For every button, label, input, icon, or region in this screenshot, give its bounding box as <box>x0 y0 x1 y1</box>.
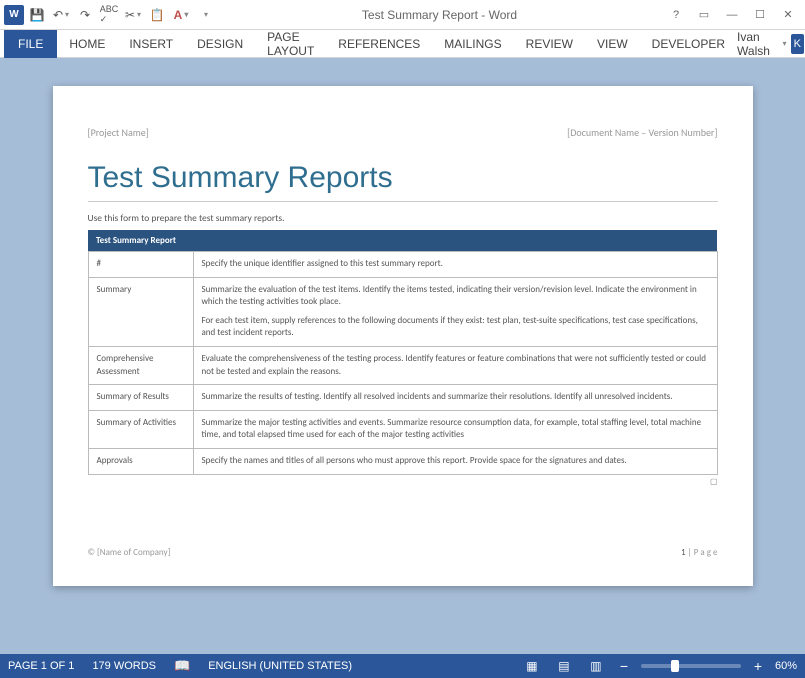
close-icon[interactable]: ✕ <box>775 4 801 26</box>
document-title: Test Summary Reports <box>88 161 718 195</box>
web-layout-icon[interactable]: ▥ <box>585 657 607 675</box>
user-badge[interactable]: K <box>791 34 804 54</box>
status-right: ▦ ▤ ▥ − + 60% <box>521 657 797 675</box>
window-title: Test Summary Report - Word <box>216 8 663 22</box>
row-content: Summarize the results of testing. Identi… <box>193 385 717 411</box>
tab-references[interactable]: REFERENCES <box>326 31 432 57</box>
tab-mailings[interactable]: MAILINGS <box>432 31 513 57</box>
title-bar: W 💾 ↶▾ ↷ ABC✓ ✂▾ 📋 A▾ ▾ Test Summary Rep… <box>0 0 805 30</box>
user-name: Ivan Walsh <box>737 30 777 58</box>
spelling-icon[interactable]: ABC✓ <box>98 4 120 26</box>
table-row: Summary of Results Summarize the results … <box>88 385 717 411</box>
status-language[interactable]: ENGLISH (UNITED STATES) <box>208 660 352 672</box>
quick-access-toolbar: 💾 ↶▾ ↷ ABC✓ ✂▾ 📋 A▾ ▾ <box>26 4 216 26</box>
row-paragraph: Specify the unique identifier assigned t… <box>202 258 709 271</box>
minimize-icon[interactable]: — <box>719 4 745 26</box>
row-paragraph: Specify the names and titles of all pers… <box>202 455 709 468</box>
help-icon[interactable]: ? <box>663 4 689 26</box>
file-tab[interactable]: FILE <box>4 30 57 58</box>
user-area[interactable]: Ivan Walsh ▾ K <box>737 30 804 58</box>
row-label: # <box>88 252 193 278</box>
status-words[interactable]: 179 WORDS <box>92 660 156 672</box>
chevron-down-icon: ▾ <box>783 39 787 48</box>
read-mode-icon[interactable]: ▦ <box>521 657 543 675</box>
tab-insert[interactable]: INSERT <box>117 31 185 57</box>
row-paragraph: Summarize the evaluation of the test ite… <box>202 284 709 309</box>
tab-view[interactable]: VIEW <box>585 31 640 57</box>
zoom-level[interactable]: 60% <box>775 660 797 672</box>
proofing-icon[interactable]: 📖 <box>174 658 190 674</box>
table-end-marker: ▢ <box>88 477 718 487</box>
paste-icon[interactable]: 📋 <box>146 4 168 26</box>
qat-customize-icon[interactable]: ▾ <box>194 4 216 26</box>
table-row: Summary of Activities Summarize the major… <box>88 410 717 448</box>
row-label: Summary of Activities <box>88 410 193 448</box>
header-document-name: [Document Name – Version Number] <box>567 126 717 139</box>
row-content: Summarize the major testing activities a… <box>193 410 717 448</box>
word-app-icon: W <box>4 5 24 25</box>
title-rule <box>88 201 718 202</box>
tab-developer[interactable]: DEVELOPER <box>640 31 737 57</box>
cut-icon[interactable]: ✂▾ <box>122 4 144 26</box>
ribbon-tabs: FILE HOME INSERT DESIGN PAGE LAYOUT REFE… <box>0 30 805 58</box>
table-header: Test Summary Report <box>88 230 717 252</box>
tab-review[interactable]: REVIEW <box>514 31 585 57</box>
status-page[interactable]: PAGE 1 OF 1 <box>8 660 74 672</box>
tab-home[interactable]: HOME <box>57 31 117 57</box>
redo-icon[interactable]: ↷ <box>74 4 96 26</box>
font-icon[interactable]: A▾ <box>170 4 192 26</box>
row-content: Summarize the evaluation of the test ite… <box>193 277 717 346</box>
table-row: Comprehensive Assessment Evaluate the com… <box>88 346 717 384</box>
document-intro: Use this form to prepare the test summar… <box>88 212 718 224</box>
window-controls: ? ▭ — ☐ ✕ <box>663 4 801 26</box>
row-content: Specify the names and titles of all pers… <box>193 448 717 474</box>
save-icon[interactable]: 💾 <box>26 4 48 26</box>
report-table: Test Summary Report # Specify the unique … <box>88 230 718 475</box>
zoom-slider[interactable] <box>641 664 741 668</box>
page-footer: © [Name of Company] 1 | P a g e <box>88 547 718 558</box>
row-content: Evaluate the comprehensiveness of the te… <box>193 346 717 384</box>
row-label: Summary <box>88 277 193 346</box>
row-paragraph: Summarize the major testing activities a… <box>202 417 709 442</box>
status-bar: PAGE 1 OF 1 179 WORDS 📖 ENGLISH (UNITED … <box>0 654 805 678</box>
zoom-slider-thumb[interactable] <box>671 660 679 672</box>
zoom-in-button[interactable]: + <box>751 658 765 674</box>
table-row: # Specify the unique identifier assigned … <box>88 252 717 278</box>
tab-page-layout[interactable]: PAGE LAYOUT <box>255 24 326 64</box>
row-paragraph: Evaluate the comprehensiveness of the te… <box>202 353 709 378</box>
document-page[interactable]: [Project Name] [Document Name – Version … <box>53 86 753 586</box>
page-header: [Project Name] [Document Name – Version … <box>88 126 718 139</box>
maximize-icon[interactable]: ☐ <box>747 4 773 26</box>
table-row: Summary Summarize the evaluation of the t… <box>88 277 717 346</box>
footer-company: © [Name of Company] <box>88 547 171 558</box>
row-paragraph: Summarize the results of testing. Identi… <box>202 391 709 404</box>
row-content: Specify the unique identifier assigned t… <box>193 252 717 278</box>
table-row: Approvals Specify the names and titles of… <box>88 448 717 474</box>
ribbon-display-icon[interactable]: ▭ <box>691 4 717 26</box>
zoom-out-button[interactable]: − <box>617 658 631 674</box>
header-project-name: [Project Name] <box>88 126 149 139</box>
print-layout-icon[interactable]: ▤ <box>553 657 575 675</box>
footer-page-number: 1 | P a g e <box>681 547 718 558</box>
undo-icon[interactable]: ↶▾ <box>50 4 72 26</box>
row-label: Comprehensive Assessment <box>88 346 193 384</box>
row-paragraph: For each test item, supply references to… <box>202 315 709 340</box>
row-label: Summary of Results <box>88 385 193 411</box>
document-workspace[interactable]: [Project Name] [Document Name – Version … <box>0 58 805 654</box>
row-label: Approvals <box>88 448 193 474</box>
tab-design[interactable]: DESIGN <box>185 31 255 57</box>
